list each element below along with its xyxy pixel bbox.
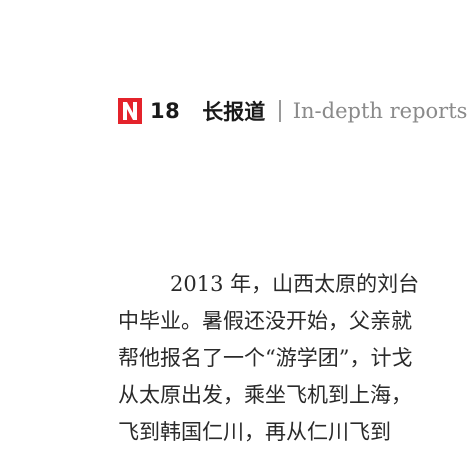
article-line: 帮他报名了一个“游学团”，计戈	[118, 346, 413, 370]
article-line: 中毕业。暑假还没开始，父亲就	[118, 309, 412, 333]
page-header: 18 长报道 In-depth reports	[118, 94, 467, 128]
section-title-english: In-depth reports	[292, 99, 468, 123]
magazine-page: 18 长报道 In-depth reports 2013 年，山西太原的刘台 中…	[0, 0, 468, 468]
article-line: 从太原出发，乘坐飞机到上海，	[118, 383, 412, 407]
section-title-chinese: 长报道	[202, 100, 266, 124]
article-body: 2013 年，山西太原的刘台 中毕业。暑假还没开始，父亲就 帮他报名了一个“游学…	[118, 266, 468, 451]
n-logo-icon	[118, 98, 142, 124]
page-number: 18	[150, 99, 181, 123]
article-line: 飞到韩国仁川，再从仁川飞到	[118, 420, 391, 444]
header-divider	[279, 100, 281, 122]
article-line: 2013 年，山西太原的刘台	[170, 272, 420, 296]
